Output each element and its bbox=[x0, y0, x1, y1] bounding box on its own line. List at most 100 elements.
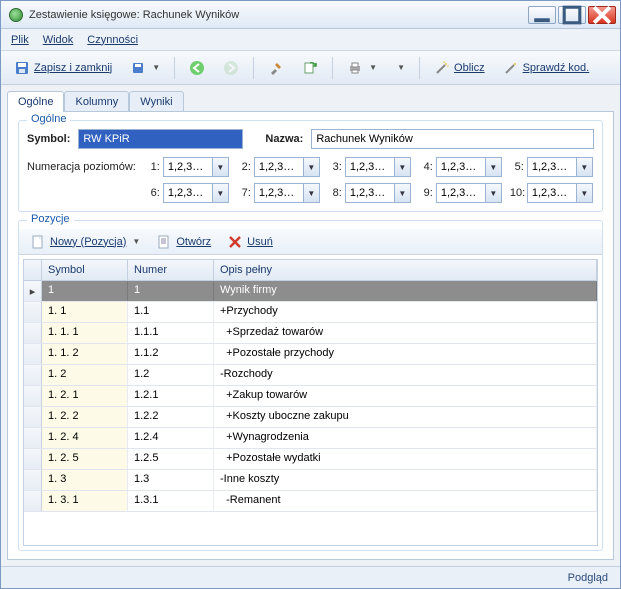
combo-value: 1,2,3… bbox=[346, 187, 394, 199]
grid-header-numer[interactable]: Numer bbox=[128, 260, 214, 280]
cell-numer: 1.2 bbox=[128, 365, 214, 385]
tab-kolumny[interactable]: Kolumny bbox=[64, 91, 129, 112]
window-buttons bbox=[528, 6, 616, 24]
maximize-button[interactable] bbox=[558, 6, 586, 24]
menu-item-plik[interactable]: Plik bbox=[11, 34, 29, 46]
table-row[interactable]: 1. 21.2-Rozchody bbox=[24, 365, 597, 386]
level-combo[interactable]: 1,2,3…▼ bbox=[527, 157, 593, 177]
back-button[interactable] bbox=[182, 56, 212, 80]
cell-symbol: 1. 1 bbox=[42, 302, 128, 322]
grid-header-opis[interactable]: Opis pełny bbox=[214, 260, 597, 280]
table-row[interactable]: 1. 1. 21.1.2 +Pozostałe przychody bbox=[24, 344, 597, 365]
group-ogolne: Ogólne Symbol: Nazwa: Numeracja poziomów… bbox=[18, 120, 603, 212]
row-marker bbox=[24, 491, 42, 511]
chevron-down-icon[interactable]: ▼ bbox=[485, 158, 501, 176]
check-label: Sprawdź kod. bbox=[523, 62, 590, 74]
save-close-button[interactable]: Zapisz i zamknij bbox=[7, 56, 119, 80]
level-combo[interactable]: 1,2,3…▼ bbox=[254, 183, 320, 203]
level-label: 1: bbox=[146, 161, 160, 173]
cell-opis: -Inne koszty bbox=[214, 470, 597, 490]
tab-ogolne[interactable]: Ogólne bbox=[7, 91, 64, 112]
new-position-button[interactable]: Nowy (Pozycja) ▼ bbox=[23, 230, 147, 254]
new-position-label: Nowy (Pozycja) bbox=[50, 236, 126, 248]
open-position-label: Otwórz bbox=[176, 236, 211, 248]
table-row[interactable]: ▸11Wynik firmy bbox=[24, 281, 597, 302]
cell-numer: 1.2.5 bbox=[128, 449, 214, 469]
cell-opis: +Wynagrodzenia bbox=[214, 428, 597, 448]
symbol-input[interactable] bbox=[78, 129, 243, 149]
cell-symbol: 1. 2 bbox=[42, 365, 128, 385]
wand-check-icon bbox=[503, 60, 519, 76]
tools-icon bbox=[268, 60, 284, 76]
menu-item-czynnosci[interactable]: Czynności bbox=[87, 34, 138, 46]
extra-button[interactable]: ▼ bbox=[388, 56, 412, 80]
grid-header: Symbol Numer Opis pełny bbox=[24, 260, 597, 281]
chevron-down-icon[interactable]: ▼ bbox=[394, 184, 410, 202]
chevron-down-icon[interactable]: ▼ bbox=[212, 158, 228, 176]
tab-wyniki[interactable]: Wyniki bbox=[129, 91, 183, 112]
level-label: 2: bbox=[237, 161, 251, 173]
save-close-label: Zapisz i zamknij bbox=[34, 62, 112, 74]
level-label: 3: bbox=[328, 161, 342, 173]
open-position-button[interactable]: Otwórz bbox=[149, 230, 218, 254]
cell-numer: 1.2.1 bbox=[128, 386, 214, 406]
level-combo[interactable]: 1,2,3…▼ bbox=[254, 157, 320, 177]
body: Ogólne Kolumny Wyniki Ogólne Symbol: Naz… bbox=[1, 85, 620, 566]
chevron-down-icon[interactable]: ▼ bbox=[303, 184, 319, 202]
print-icon bbox=[347, 60, 363, 76]
table-row[interactable]: 1. 2. 11.2.1 +Zakup towarów bbox=[24, 386, 597, 407]
table-row[interactable]: 1. 31.3-Inne koszty bbox=[24, 470, 597, 491]
tools-button[interactable] bbox=[261, 56, 291, 80]
menu-item-widok[interactable]: Widok bbox=[43, 34, 74, 46]
level-combo[interactable]: 1,2,3…▼ bbox=[163, 183, 229, 203]
table-row[interactable]: 1. 2. 51.2.5 +Pozostałe wydatki bbox=[24, 449, 597, 470]
chevron-down-icon[interactable]: ▼ bbox=[303, 158, 319, 176]
row-marker bbox=[24, 302, 42, 322]
delete-position-button[interactable]: Usuń bbox=[220, 230, 280, 254]
table-row[interactable]: 1. 11.1+Przychody bbox=[24, 302, 597, 323]
chevron-down-icon[interactable]: ▼ bbox=[576, 184, 592, 202]
level-combo[interactable]: 1,2,3…▼ bbox=[163, 157, 229, 177]
level-combo[interactable]: 1,2,3…▼ bbox=[345, 183, 411, 203]
name-input[interactable] bbox=[311, 129, 594, 149]
level-combo[interactable]: 1,2,3…▼ bbox=[345, 157, 411, 177]
table-row[interactable]: 1. 1. 11.1.1 +Sprzedaż towarów bbox=[24, 323, 597, 344]
level-label: 9: bbox=[419, 187, 433, 199]
app-icon bbox=[9, 8, 23, 22]
calc-button[interactable]: Oblicz bbox=[427, 56, 492, 80]
cell-symbol: 1. 2. 5 bbox=[42, 449, 128, 469]
table-row[interactable]: 1. 2. 41.2.4 +Wynagrodzenia bbox=[24, 428, 597, 449]
chevron-down-icon[interactable]: ▼ bbox=[212, 184, 228, 202]
row-marker bbox=[24, 386, 42, 406]
refresh-icon bbox=[302, 60, 318, 76]
level-combo[interactable]: 1,2,3…▼ bbox=[436, 157, 502, 177]
cell-opis: -Rozchody bbox=[214, 365, 597, 385]
check-code-button[interactable]: Sprawdź kod. bbox=[496, 56, 597, 80]
forward-button[interactable] bbox=[216, 56, 246, 80]
tabs: Ogólne Kolumny Wyniki bbox=[7, 91, 614, 112]
combo-value: 1,2,3… bbox=[528, 187, 576, 199]
chevron-down-icon[interactable]: ▼ bbox=[485, 184, 501, 202]
table-row[interactable]: 1. 2. 21.2.2 +Koszty uboczne zakupu bbox=[24, 407, 597, 428]
disk-small-icon bbox=[130, 60, 146, 76]
table-row[interactable]: 1. 3. 11.3.1 -Remanent bbox=[24, 491, 597, 512]
level-label: 10: bbox=[510, 187, 524, 199]
level-combo[interactable]: 1,2,3…▼ bbox=[527, 183, 593, 203]
statusbar-right[interactable]: Podgląd bbox=[568, 572, 608, 584]
level-combo[interactable]: 1,2,3…▼ bbox=[436, 183, 502, 203]
minimize-button[interactable] bbox=[528, 6, 556, 24]
close-button[interactable] bbox=[588, 6, 616, 24]
positions-toolbar: Nowy (Pozycja) ▼ Otwórz Usuń bbox=[19, 229, 602, 255]
grid-header-symbol[interactable]: Symbol bbox=[42, 260, 128, 280]
grid-body[interactable]: ▸11Wynik firmy1. 11.1+Przychody1. 1. 11.… bbox=[24, 281, 597, 545]
print-button[interactable]: ▼ bbox=[340, 56, 384, 80]
back-icon bbox=[189, 60, 205, 76]
group-pozycje-legend: Pozycje bbox=[27, 213, 74, 225]
save-button[interactable]: ▼ bbox=[123, 56, 167, 80]
refresh-button[interactable] bbox=[295, 56, 325, 80]
cell-numer: 1.1.1 bbox=[128, 323, 214, 343]
chevron-down-icon[interactable]: ▼ bbox=[576, 158, 592, 176]
chevron-down-icon[interactable]: ▼ bbox=[394, 158, 410, 176]
level-label: 4: bbox=[419, 161, 433, 173]
forward-icon bbox=[223, 60, 239, 76]
